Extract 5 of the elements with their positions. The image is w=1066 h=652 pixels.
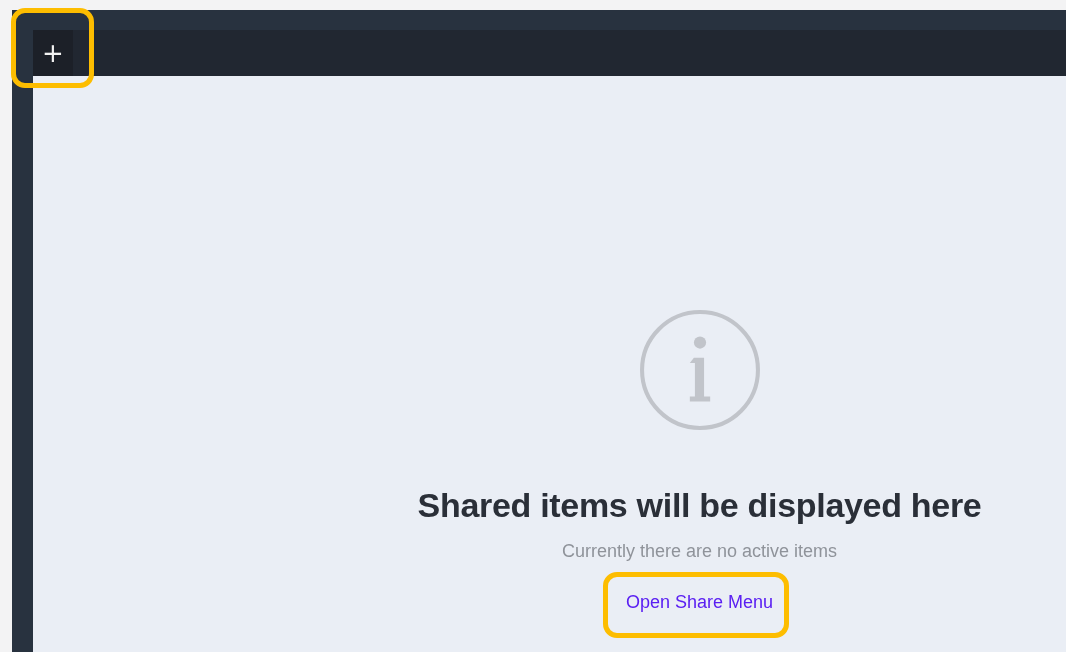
- open-share-menu-link[interactable]: Open Share Menu: [625, 592, 774, 613]
- info-icon: [638, 309, 761, 431]
- add-button[interactable]: +: [33, 30, 73, 76]
- empty-state-title: Shared items will be displayed here: [417, 486, 982, 525]
- empty-state-message: Currently there are no active items: [561, 541, 838, 562]
